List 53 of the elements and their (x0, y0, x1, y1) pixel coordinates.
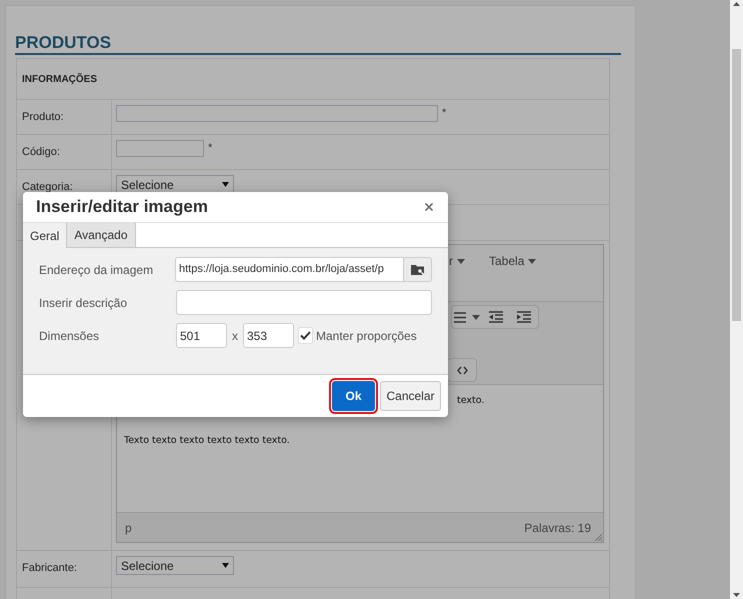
field-label: Dimensões (39, 328, 100, 344)
dropdown-arrow-icon (222, 563, 229, 568)
paragraph: texto. (457, 394, 484, 408)
checkbox-label: Manter proporções (316, 328, 417, 344)
paragraph: Texto texto texto texto texto texto. (123, 434, 291, 448)
select-field[interactable]: Selecione (116, 556, 234, 575)
required-mark: * (208, 141, 212, 156)
select-value: Selecione (121, 176, 174, 194)
menu-item[interactable]: Tabela (489, 252, 536, 270)
scroll-down-icon[interactable] (733, 593, 740, 597)
browse-button[interactable] (404, 257, 432, 282)
description-field[interactable] (176, 290, 432, 315)
code-icon (456, 366, 468, 374)
field-label: Produto: (22, 110, 64, 125)
field-label: Inserir descrição (39, 294, 128, 312)
dialog-title: Inserir/editar imagem (36, 196, 208, 218)
outdent-icon (489, 311, 503, 323)
field-label: Endereço da imagem (39, 262, 154, 278)
resize-handle-icon[interactable] (595, 534, 602, 541)
scrollbar[interactable] (730, 0, 743, 599)
section-title: INFORMAÇÕES (22, 72, 97, 86)
field-label: Código: (22, 145, 60, 160)
folder-search-icon (410, 264, 424, 276)
ok-button[interactable]: Ok (332, 381, 375, 411)
width-field[interactable]: 501 (176, 323, 227, 348)
dropdown-arrow-icon (222, 182, 229, 187)
element-path[interactable]: p (125, 518, 132, 536)
height-field[interactable]: 353 (243, 323, 294, 348)
page-heading: PRODUTOS (15, 33, 621, 55)
close-icon[interactable] (423, 201, 435, 213)
caret-icon (472, 314, 480, 320)
dimension-separator: x (232, 328, 238, 344)
constrain-checkbox[interactable] (298, 327, 313, 344)
caret-icon (457, 258, 465, 264)
source-code-button[interactable] (447, 358, 477, 382)
word-count: Palavras: 19 (524, 520, 591, 536)
required-mark: * (442, 106, 446, 122)
dialog-tab[interactable]: Avançado (67, 223, 136, 247)
select-value: Selecione (121, 558, 174, 574)
input-field[interactable] (116, 105, 438, 122)
cancel-button[interactable]: Cancelar (380, 381, 441, 411)
checkmark-icon (300, 331, 311, 340)
field-label: Categoria: (22, 180, 73, 195)
input-field[interactable] (116, 140, 204, 157)
indent-icon (517, 311, 531, 323)
caret-icon (528, 258, 536, 264)
menu-item[interactable]: r (449, 252, 465, 270)
list-icon (454, 312, 466, 322)
scrollbar-thumb[interactable] (732, 48, 741, 320)
scroll-up-icon[interactable] (733, 2, 740, 6)
field-label: Fabricante: (22, 561, 78, 576)
image-url-field[interactable]: https://loja.seudominio.com.br/loja/asset/p (175, 257, 404, 282)
dialog-tab[interactable]: Geral (23, 223, 68, 248)
